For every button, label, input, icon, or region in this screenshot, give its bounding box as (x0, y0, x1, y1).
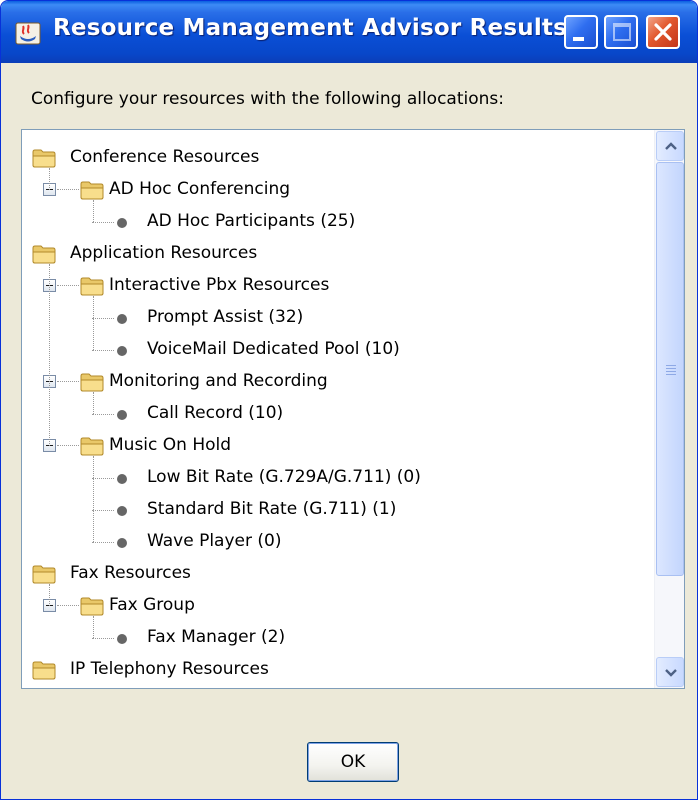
maximize-button[interactable] (604, 15, 638, 49)
tree-node-label: Fax Manager (2) (147, 627, 286, 647)
advisor-results-dialog: Resource Management Advisor Results Conf… (0, 0, 698, 800)
tree-node-label: Interactive Pbx Resources (109, 275, 330, 295)
tree-folder-node[interactable]: Fax Group (22, 590, 652, 622)
folder-icon (80, 276, 104, 296)
bullet-icon (117, 346, 127, 356)
scrollbar-thumb[interactable] (656, 162, 684, 576)
tree-node-label: Conference Resources (70, 147, 260, 167)
tree-folder-node[interactable]: Conference Resources (22, 142, 652, 174)
bullet-icon (117, 410, 127, 420)
tree-node-label: Music On Hold (109, 435, 232, 455)
scroll-down-button[interactable] (656, 657, 684, 687)
folder-icon (80, 372, 104, 392)
bullet-icon (117, 218, 127, 228)
chevron-up-icon (665, 142, 677, 150)
folder-icon (32, 148, 56, 168)
tree-leaf-node[interactable]: Wave Player (0) (22, 526, 652, 558)
close-icon (654, 23, 672, 41)
bullet-icon (117, 314, 127, 324)
folder-icon (32, 564, 56, 584)
folder-icon (80, 596, 104, 616)
java-app-icon (15, 22, 41, 45)
tree-folder-node[interactable]: Interactive Pbx Resources (22, 270, 652, 302)
tree-folder-node[interactable]: AD Hoc Conferencing (22, 174, 652, 206)
scroll-up-button[interactable] (656, 131, 684, 161)
tree-node-label: Fax Resources (70, 563, 191, 583)
tree-node-label: Monitoring and Recording (109, 371, 328, 391)
bullet-icon (117, 538, 127, 548)
folder-icon (80, 436, 104, 456)
minimize-button[interactable] (564, 15, 598, 49)
tree-leaf-node[interactable]: Low Bit Rate (G.729A/G.711) (0) (22, 462, 652, 494)
tree-node-label: AD Hoc Participants (25) (147, 211, 356, 231)
tree-node-label: Prompt Assist (32) (147, 307, 304, 327)
tree-node-label: IP Telephony Resources (70, 659, 269, 679)
bullet-icon (117, 634, 127, 644)
resource-tree[interactable]: Conference Resources AD Hoc Conferencing A… (22, 130, 654, 688)
tree-folder-node[interactable]: Music On Hold (22, 430, 652, 462)
bullet-icon (117, 474, 127, 484)
folder-icon (80, 180, 104, 200)
tree-node-label: VoiceMail Dedicated Pool (10) (147, 339, 400, 359)
tree-folder-node[interactable]: IP Telephony Resources (22, 654, 652, 686)
tree-folder-node[interactable]: Monitoring and Recording (22, 366, 652, 398)
tree-leaf-node[interactable]: Prompt Assist (32) (22, 302, 652, 334)
tree-node-label: Standard Bit Rate (G.711) (1) (147, 499, 397, 519)
tree-node-label: Application Resources (70, 243, 258, 263)
title-bar[interactable]: Resource Management Advisor Results (1, 1, 697, 63)
bullet-icon (117, 506, 127, 516)
ok-button[interactable]: OK (307, 742, 399, 782)
close-button[interactable] (646, 15, 680, 49)
chevron-down-icon (665, 669, 677, 677)
tree-leaf-node[interactable]: AD Hoc Participants (25) (22, 206, 652, 238)
tree-folder-node[interactable]: Application Resources (22, 238, 652, 270)
tree-node-label: Low Bit Rate (G.729A/G.711) (0) (147, 467, 421, 487)
tree-node-label: Call Record (10) (147, 403, 284, 423)
resource-tree-panel: Conference Resources AD Hoc Conferencing A… (21, 129, 685, 689)
tree-node-label: AD Hoc Conferencing (109, 179, 291, 199)
tree-node-label: Fax Group (109, 595, 195, 615)
folder-icon (32, 244, 56, 264)
tree-node-label: Wave Player (0) (147, 531, 282, 551)
tree-leaf-node[interactable]: Standard Bit Rate (G.711) (1) (22, 494, 652, 526)
folder-icon (32, 660, 56, 680)
tree-leaf-node[interactable]: Fax Manager (2) (22, 622, 652, 654)
instruction-text: Configure your resources with the follow… (31, 89, 504, 109)
window-title: Resource Management Advisor Results (53, 15, 567, 41)
tree-leaf-node[interactable]: VoiceMail Dedicated Pool (10) (22, 334, 652, 366)
tree-folder-node[interactable]: Fax Resources (22, 558, 652, 590)
vertical-scrollbar[interactable] (654, 130, 684, 688)
tree-leaf-node[interactable]: Call Record (10) (22, 398, 652, 430)
